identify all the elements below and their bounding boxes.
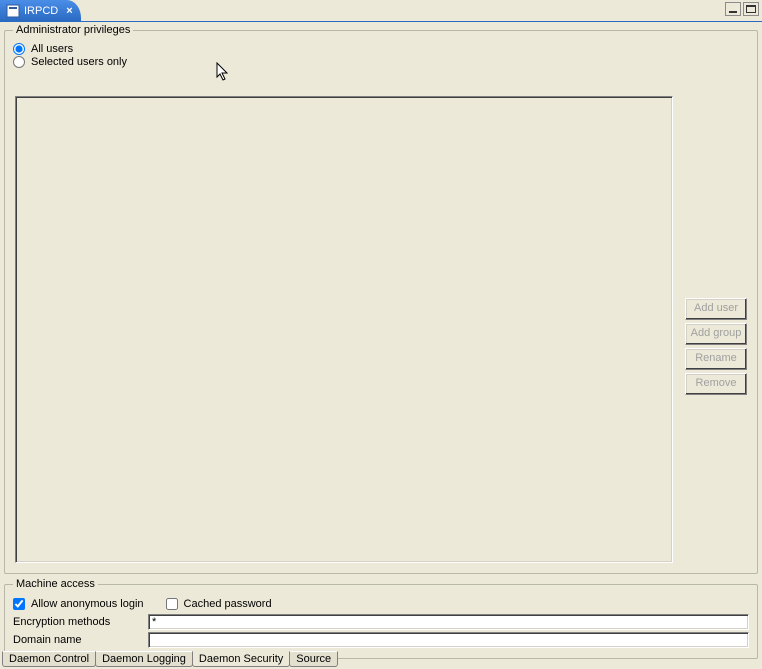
encryption-input[interactable] — [148, 614, 749, 630]
window-controls — [725, 2, 759, 16]
tab-source[interactable]: Source — [289, 651, 338, 667]
title-bar: IRPCD × — [0, 0, 762, 22]
domain-label: Domain name — [13, 634, 148, 646]
encryption-row: Encryption methods — [13, 614, 749, 630]
tab-daemon-control[interactable]: Daemon Control — [2, 651, 96, 667]
radio-selected-users[interactable] — [13, 56, 25, 68]
maximize-button[interactable] — [743, 2, 759, 16]
cached-password-checkbox[interactable] — [166, 598, 178, 610]
radio-selected-users-label: Selected users only — [31, 56, 127, 68]
domain-row: Domain name — [13, 632, 749, 648]
admin-privileges-legend: Administrator privileges — [13, 24, 133, 36]
minimize-button[interactable] — [725, 2, 741, 16]
radio-all-users[interactable] — [13, 43, 25, 55]
app-window: IRPCD × Administrator privileges All use… — [0, 0, 762, 669]
machine-access-legend: Machine access — [13, 578, 98, 590]
app-icon — [6, 4, 20, 18]
allow-anonymous-label[interactable]: Allow anonymous login — [31, 598, 144, 610]
radio-all-users-label: All users — [31, 43, 73, 55]
admin-privileges-group: Administrator privileges All users Selec… — [4, 24, 758, 574]
tab-close-icon[interactable]: × — [66, 5, 72, 17]
cached-password-label[interactable]: Cached password — [184, 598, 272, 610]
tab-daemon-security[interactable]: Daemon Security — [192, 651, 290, 667]
remove-button[interactable]: Remove — [685, 373, 747, 395]
add-group-button[interactable]: Add group — [685, 323, 747, 345]
user-list-area — [15, 96, 673, 563]
client-area: Administrator privileges All users Selec… — [4, 24, 758, 649]
radio-row-all-users[interactable]: All users — [13, 43, 749, 55]
rename-button[interactable]: Rename — [685, 348, 747, 370]
bottom-tabs: Daemon Control Daemon Logging Daemon Sec… — [2, 651, 337, 667]
encryption-label: Encryption methods — [13, 616, 148, 628]
title-text: IRPCD — [24, 5, 58, 17]
check-row: Allow anonymous login Cached password — [13, 598, 749, 610]
tab-daemon-logging[interactable]: Daemon Logging — [95, 651, 193, 667]
add-user-button[interactable]: Add user — [685, 298, 747, 320]
domain-input[interactable] — [148, 632, 749, 648]
machine-access-group: Machine access Allow anonymous login Cac… — [4, 578, 758, 659]
title-tab[interactable]: IRPCD × — [0, 0, 81, 21]
allow-anonymous-checkbox[interactable] — [13, 598, 25, 610]
user-list[interactable] — [15, 96, 673, 563]
radio-row-selected-users[interactable]: Selected users only — [13, 56, 749, 68]
side-buttons: Add user Add group Rename Remove — [685, 298, 747, 395]
